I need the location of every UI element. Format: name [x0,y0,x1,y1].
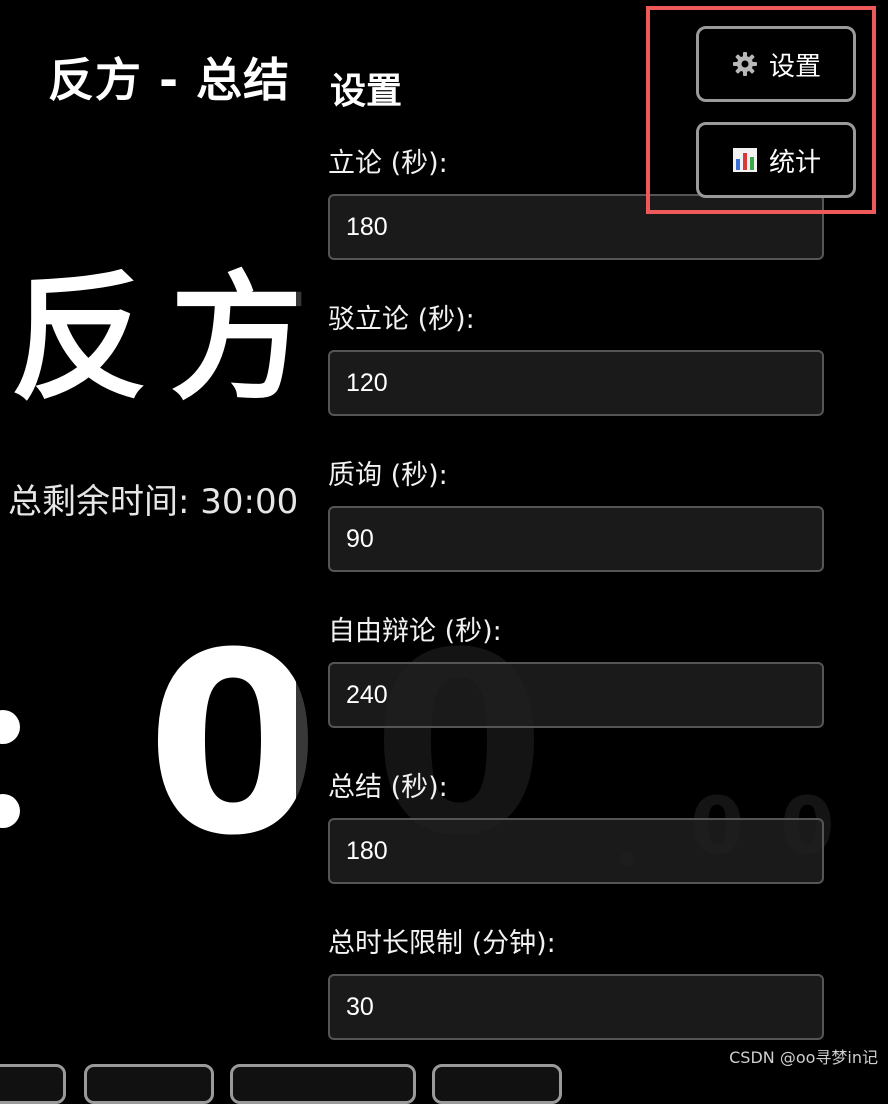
settings-button-label: 设置 [768,51,821,82]
field-label: 自由辩论 (秒): [328,616,502,647]
settings-button[interactable]: 设置 [696,26,856,102]
stats-button[interactable]: 统计 [696,122,856,198]
field-label: 驳立论 (秒): [328,304,475,335]
cross-examination-seconds-input[interactable] [328,506,824,572]
stage-title: 反方 - 总结 [48,53,291,107]
settings-title: 设置 [330,71,403,112]
timer-colon [0,690,20,830]
total-remaining-time: 总剩余时间: 30:00 [8,482,299,522]
bottom-control-button[interactable] [432,1064,562,1104]
field-label: 质询 (秒): [328,460,448,491]
stats-button-label: 统计 [768,147,821,178]
field-rebuttal: 驳立论 (秒): [328,300,824,416]
total-time-limit-minutes-input[interactable] [328,974,824,1040]
timer-digit-seconds-tens: 0 [146,599,320,890]
field-free-debate: 自由辩论 (秒): [328,612,824,728]
free-debate-seconds-input[interactable] [328,662,824,728]
field-cross-examination: 质询 (秒): [328,456,824,572]
bottom-control-button[interactable] [84,1064,214,1104]
field-label: 总时长限制 (分钟): [328,928,556,959]
speaker-name: 反方 [10,258,331,419]
field-summary: 总结 (秒): [328,768,824,884]
field-total-time-limit: 总时长限制 (分钟): [328,924,824,1040]
bottom-control-button[interactable] [230,1064,416,1104]
summary-seconds-input[interactable] [328,818,824,884]
rebuttal-seconds-input[interactable] [328,350,824,416]
bar-chart-icon [731,146,759,174]
field-label: 总结 (秒): [328,772,448,803]
gear-icon [731,50,759,78]
bottom-control-button[interactable] [0,1064,66,1104]
watermark: CSDN @oo寻梦in记 [729,1048,878,1067]
